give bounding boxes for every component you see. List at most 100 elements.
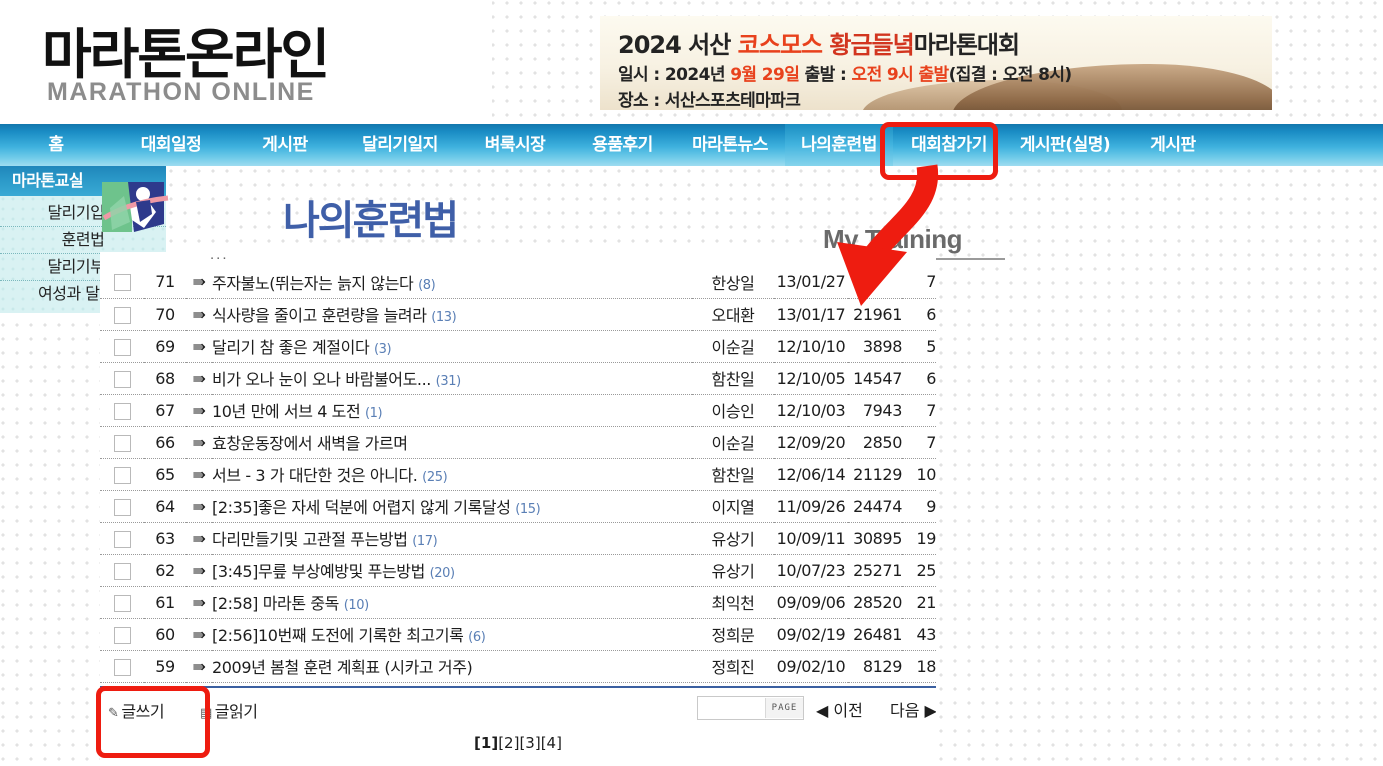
row-writer[interactable]: 이지열 (692, 490, 774, 522)
read-post-button[interactable]: ▤글읽기 (200, 698, 257, 722)
row-number: 62 (144, 554, 186, 586)
row-title-cell[interactable]: 다리만들기및 고관절 푸는방법 (17) (212, 522, 692, 554)
nav-item-6[interactable]: 용품후기 (570, 124, 675, 166)
row-writer[interactable]: 함찬일 (692, 362, 774, 394)
prev-label: 이전 (833, 701, 862, 720)
row-writer[interactable]: 유상기 (692, 522, 774, 554)
row-title-cell[interactable]: 식사량을 줄이고 훈련량을 늘려라 (13) (212, 298, 692, 330)
pagination-page-3[interactable]: [3] (519, 734, 540, 752)
page-number-input[interactable] (698, 697, 765, 719)
nav-item-10[interactable]: 게시판(실명) (1005, 124, 1125, 166)
row-checkbox[interactable] (114, 499, 131, 516)
table-row[interactable]: 70⇛식사량을 줄이고 훈련량을 늘려라 (13)오대환13/01/172196… (100, 298, 936, 330)
nav-item-1[interactable]: 홈 (0, 124, 112, 166)
row-title-cell[interactable]: [3:45]무릎 부상예방및 푸는방법 (20) (212, 554, 692, 586)
row-writer[interactable]: 이순길 (692, 426, 774, 458)
table-row[interactable]: 65⇛서브 - 3 가 대단한 것은 아니다. (25)함찬일12/06/142… (100, 458, 936, 490)
row-writer[interactable]: 오대환 (692, 298, 774, 330)
row-votes: 25 (902, 554, 936, 586)
banner-date-part3: 출발 : (805, 65, 852, 85)
row-reply-count: (3) (374, 342, 391, 357)
row-title-cell[interactable]: 효창운동장에서 새벽을 가르며 (212, 426, 692, 458)
row-title-cell[interactable]: 주자불노(뛰는자는 늙지 않는다 (8) (212, 266, 692, 298)
nav-item-8[interactable]: 나의훈련법 (785, 124, 893, 166)
row-writer[interactable]: 최익천 (692, 586, 774, 618)
pagination-page-1[interactable]: [1] (474, 734, 498, 752)
row-checkbox[interactable] (114, 307, 131, 324)
page-go-button[interactable]: PAGE (765, 698, 803, 718)
row-date: 13/01/17 (774, 298, 848, 330)
previous-page-button[interactable]: ◀ 이전 (816, 697, 863, 721)
row-writer[interactable]: 함찬일 (692, 458, 774, 490)
row-checkbox[interactable] (114, 403, 131, 420)
table-row[interactable]: 59⇛2009년 봄철 훈련 계획표 (시카고 거주) 정희진09/02/108… (100, 650, 936, 682)
pagination-page-4[interactable]: [4] (541, 734, 562, 752)
table-row[interactable]: 67⇛10년 만에 서브 4 도전 (1)이승인12/10/0379437 (100, 394, 936, 426)
row-checkbox[interactable] (114, 659, 131, 676)
write-post-button[interactable]: ✎글쓰기 (108, 698, 164, 722)
table-row[interactable]: 69⇛달리기 참 좋은 계절이다 (3)이순길12/10/1038985 (100, 330, 936, 362)
row-votes: 5 (902, 330, 936, 362)
row-writer[interactable]: 한상일 (692, 266, 774, 298)
row-number: 67 (144, 394, 186, 426)
row-title-cell[interactable]: 달리기 참 좋은 계절이다 (3) (212, 330, 692, 362)
nav-item-7[interactable]: 마라톤뉴스 (675, 124, 785, 166)
table-row[interactable]: 60⇛[2:56]10번째 도전에 기록한 최고기록 (6)정희문09/02/1… (100, 618, 936, 650)
pagination-page-2[interactable]: [2] (498, 734, 519, 752)
table-row[interactable]: 66⇛효창운동장에서 새벽을 가르며 이순길12/09/2028507 (100, 426, 936, 458)
row-checkbox[interactable] (114, 563, 131, 580)
event-banner[interactable]: 2024 서산 코스모스 황금들녘마라톤대회 일시 : 2024년 9월 29일… (600, 16, 1272, 110)
my-training-logo-icon (100, 178, 172, 240)
row-checkbox[interactable] (114, 531, 131, 548)
nav-item-5[interactable]: 벼룩시장 (460, 124, 570, 166)
row-hits: 7943 (848, 394, 902, 426)
nav-item-9[interactable]: 대회참가기 (893, 124, 1005, 166)
row-checkbox[interactable] (114, 595, 131, 612)
row-votes: 6 (902, 298, 936, 330)
row-title-cell[interactable]: 2009년 봄철 훈련 계획표 (시카고 거주) (212, 650, 692, 682)
row-arrow-icon: ⇛ (186, 394, 212, 426)
table-row[interactable]: 71⇛주자불노(뛰는자는 늙지 않는다 (8)한상일13/01/277 (100, 266, 936, 298)
pagination: [1][2][3][4] (100, 734, 936, 752)
row-writer[interactable]: 정희문 (692, 618, 774, 650)
table-row[interactable]: 68⇛비가 오나 눈이 오나 바람불어도... (31)함찬일12/10/051… (100, 362, 936, 394)
nav-item-2[interactable]: 대회일정 (112, 124, 230, 166)
row-writer[interactable]: 정희진 (692, 650, 774, 682)
table-row[interactable]: 63⇛다리만들기및 고관절 푸는방법 (17)유상기10/09/11308951… (100, 522, 936, 554)
row-hits (848, 266, 902, 298)
row-hits: 21961 (848, 298, 902, 330)
nav-item-3[interactable]: 게시판 (230, 124, 340, 166)
banner-title-part3: 황금들녘 (829, 31, 913, 59)
row-checkbox[interactable] (114, 339, 131, 356)
row-title-cell[interactable]: 서브 - 3 가 대단한 것은 아니다. (25) (212, 458, 692, 490)
row-checkbox[interactable] (114, 371, 131, 388)
logo-english-text: MARATHON ONLINE (47, 78, 315, 107)
row-title-cell[interactable]: 10년 만에 서브 4 도전 (1) (212, 394, 692, 426)
row-writer[interactable]: 이순길 (692, 330, 774, 362)
row-checkbox[interactable] (114, 435, 131, 452)
table-row[interactable]: 61⇛[2:58] 마라톤 중독 (10)최익천09/09/062852021 (100, 586, 936, 618)
row-title-cell[interactable]: [2:56]10번째 도전에 기록한 최고기록 (6) (212, 618, 692, 650)
row-arrow-icon: ⇛ (186, 490, 212, 522)
table-row[interactable]: 64⇛[2:35]좋은 자세 덕분에 어렵지 않게 기록달성 (15)이지열11… (100, 490, 936, 522)
row-reply-count: (25) (422, 470, 447, 485)
row-title: 달리기 참 좋은 계절이다 (212, 338, 369, 357)
row-reply-count: (15) (515, 502, 540, 517)
row-writer[interactable]: 유상기 (692, 554, 774, 586)
row-hits: 26481 (848, 618, 902, 650)
table-row[interactable]: 62⇛[3:45]무릎 부상예방및 푸는방법 (20)유상기10/07/2325… (100, 554, 936, 586)
nav-item-11[interactable]: 게시판 (1125, 124, 1221, 166)
next-page-button[interactable]: 다음 ▶ (890, 697, 936, 721)
row-arrow-icon: ⇛ (186, 458, 212, 490)
row-title-cell[interactable]: [2:58] 마라톤 중독 (10) (212, 586, 692, 618)
row-checkbox[interactable] (114, 467, 131, 484)
banner-title-part2: 코스모스 (738, 31, 830, 59)
row-title-cell[interactable]: [2:35]좋은 자세 덕분에 어렵지 않게 기록달성 (15) (212, 490, 692, 522)
row-checkbox[interactable] (114, 274, 131, 291)
row-title-cell[interactable]: 비가 오나 눈이 오나 바람불어도... (31) (212, 362, 692, 394)
nav-item-4[interactable]: 달리기일지 (340, 124, 460, 166)
site-logo[interactable]: 마라톤온라인 MARATHON ONLINE (0, 0, 492, 126)
row-checkbox[interactable] (114, 627, 131, 644)
row-writer[interactable]: 이승인 (692, 394, 774, 426)
row-date: 12/10/05 (774, 362, 848, 394)
